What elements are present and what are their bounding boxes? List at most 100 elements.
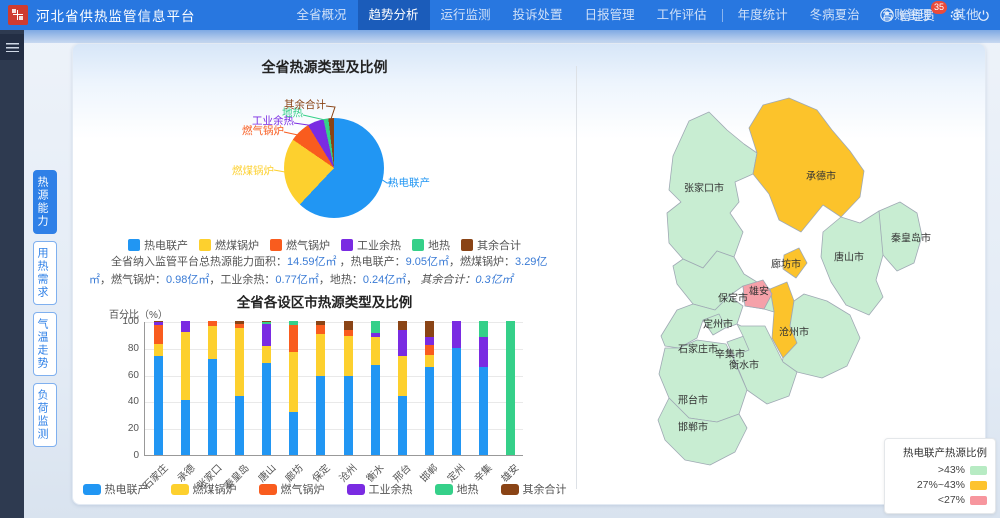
map-region-cangzhou[interactable] — [782, 294, 860, 378]
nav-item-1[interactable]: 全省概况 — [286, 0, 358, 30]
bar-邯郸[interactable] — [425, 321, 434, 455]
bar-秦皇岛[interactable] — [235, 321, 244, 455]
map-region-qinhuangdao[interactable] — [877, 202, 922, 271]
bar-衡水[interactable] — [371, 321, 380, 455]
legend-label: 燃煤锅炉 — [215, 237, 259, 253]
legend-item-地热[interactable]: 地热 — [412, 237, 450, 253]
bar-张家口[interactable] — [208, 321, 217, 455]
legend-item-其余合计[interactable]: 其余合计 — [501, 481, 567, 497]
map-region-chengde[interactable] — [749, 98, 864, 232]
legend-item-工业余热[interactable]: 工业余热 — [341, 237, 401, 253]
side-tab-2[interactable]: 用热需求 — [33, 241, 57, 305]
pie-label-热电联产: 热电联产 — [388, 175, 430, 190]
legend-item-地热[interactable]: 地热 — [435, 481, 479, 497]
legend-swatch — [412, 239, 424, 251]
legend-label: 工业余热 — [369, 481, 413, 497]
bar-segment-热电联产 — [289, 412, 298, 455]
notification-badge[interactable]: 35 — [931, 1, 947, 14]
map-region-langfang[interactable] — [783, 248, 807, 278]
bar-石家庄[interactable] — [154, 321, 163, 455]
nav-item-4[interactable]: 投诉处置 — [502, 0, 574, 30]
nav-item-7[interactable]: 年度统计 — [727, 0, 799, 30]
bar-定州[interactable] — [452, 321, 461, 455]
sub-header-strip — [24, 30, 1000, 43]
logout-power-icon[interactable] — [977, 9, 990, 22]
side-tab-3[interactable]: 气温走势 — [33, 312, 57, 376]
map-region-zhangjiakou[interactable] — [667, 112, 757, 268]
heat-source-pie-chart[interactable] — [284, 118, 384, 218]
legend-swatch — [270, 239, 282, 251]
summary-segment: ，燃气锅炉： — [100, 274, 166, 286]
bar-保定[interactable] — [316, 321, 325, 455]
y-tick-label: 0 — [109, 450, 139, 461]
bar-segment-燃气锅炉 — [289, 325, 298, 352]
legend-label: 地热 — [428, 237, 450, 253]
legend-item-燃煤锅炉[interactable]: 燃煤锅炉 — [171, 481, 237, 497]
gridline — [145, 349, 523, 350]
bar-segment-热电联产 — [154, 356, 163, 455]
side-tab-4[interactable]: 负荷监测 — [33, 383, 57, 447]
bar-segment-热电联产 — [371, 365, 380, 455]
legend-item-燃气锅炉[interactable]: 燃气锅炉 — [259, 481, 325, 497]
bar-segment-地热 — [371, 321, 380, 333]
pie-label-其余合计: 其余合计 — [284, 97, 326, 112]
nav-item-5[interactable]: 日报管理 — [574, 0, 646, 30]
nav-item-2[interactable]: 趋势分析 — [358, 0, 430, 30]
bar-segment-热电联产 — [344, 376, 353, 455]
pie-chart-title: 全省热源类型及比例 — [73, 57, 576, 77]
map-legend-swatch — [970, 466, 987, 475]
bar-唐山[interactable] — [262, 321, 271, 455]
bar-segment-工业余热 — [452, 321, 461, 348]
bar-雄安[interactable] — [506, 321, 515, 455]
y-tick-label: 20 — [109, 423, 139, 434]
legend-label: 地热 — [457, 481, 479, 497]
legend-item-热电联产[interactable]: 热电联产 — [83, 481, 149, 497]
map-region-tangshan[interactable] — [821, 211, 883, 315]
nav-item-8[interactable]: 冬病夏治 — [799, 0, 871, 30]
legend-label: 其余合计 — [523, 481, 567, 497]
bar-邢台[interactable] — [398, 321, 407, 455]
bar-segment-热电联产 — [452, 348, 461, 455]
bar-辛集[interactable] — [479, 321, 488, 455]
bar-廊坊[interactable] — [289, 321, 298, 455]
bar-segment-工业余热 — [262, 324, 271, 347]
main-panel: 全省热源类型及比例 热电联产燃煤锅炉燃气锅炉工业余热地热其余合计 热电联产燃煤锅… — [72, 43, 986, 505]
settings-gear-icon[interactable] — [949, 8, 963, 22]
gridline — [145, 376, 523, 377]
side-tab-group: 热源能力用热需求气温走势负荷监测 — [33, 170, 57, 454]
legend-item-燃气锅炉[interactable]: 燃气锅炉 — [270, 237, 330, 253]
hebei-province-map — [631, 96, 971, 481]
summary-segment: ，燃煤锅炉： — [449, 256, 515, 268]
nav-item-3[interactable]: 运行监测 — [430, 0, 502, 30]
legend-item-工业余热[interactable]: 工业余热 — [347, 481, 413, 497]
map-legend-title: 热电联产热源比例 — [891, 445, 987, 460]
stacked-bar-chart: 020406080100石家庄承德张家口秦皇岛唐山廊坊保定沧州衡水邢台邯郸定州辛… — [144, 322, 523, 456]
bar-segment-地热 — [506, 321, 515, 455]
map-legend-row-3: <27% — [891, 494, 987, 506]
bar-segment-热电联产 — [208, 359, 217, 455]
bar-segment-燃煤锅炉 — [425, 355, 434, 367]
side-tab-1[interactable]: 热源能力 — [33, 170, 57, 234]
map-legend-label: 27%~43% — [917, 479, 965, 491]
bar-沧州[interactable] — [344, 321, 353, 455]
bar-segment-热电联产 — [398, 396, 407, 455]
bar-segment-燃煤锅炉 — [181, 332, 190, 400]
hamburger-menu-icon[interactable] — [0, 34, 24, 60]
bar-segment-热电联产 — [479, 367, 488, 455]
summary-segment: 9.05亿㎡ — [406, 256, 449, 268]
summary-segment: 0.77亿㎡ — [275, 274, 318, 286]
bar-承德[interactable] — [181, 321, 190, 455]
legend-item-燃煤锅炉[interactable]: 燃煤锅炉 — [199, 237, 259, 253]
pie-legend: 热电联产 燃煤锅炉燃气锅炉工业余热 地热其余合计 — [73, 237, 576, 253]
summary-segment: 其余合计： — [420, 274, 475, 286]
bar-segment-地热 — [479, 321, 488, 337]
legend-label: 热电联产 — [105, 481, 149, 497]
legend-item-其余合计[interactable]: 其余合计 — [461, 237, 521, 253]
y-tick-label: 40 — [109, 396, 139, 407]
bar-segment-燃气锅炉 — [154, 325, 163, 344]
nav-item-6[interactable]: 工作评估 — [646, 0, 718, 30]
bar-segment-燃气锅炉 — [316, 325, 325, 334]
user-name[interactable]: 管理员 — [899, 7, 935, 24]
legend-item-热电联产[interactable]: 热电联产 — [128, 237, 188, 253]
summary-segment: 14.59亿㎡ — [287, 256, 337, 268]
